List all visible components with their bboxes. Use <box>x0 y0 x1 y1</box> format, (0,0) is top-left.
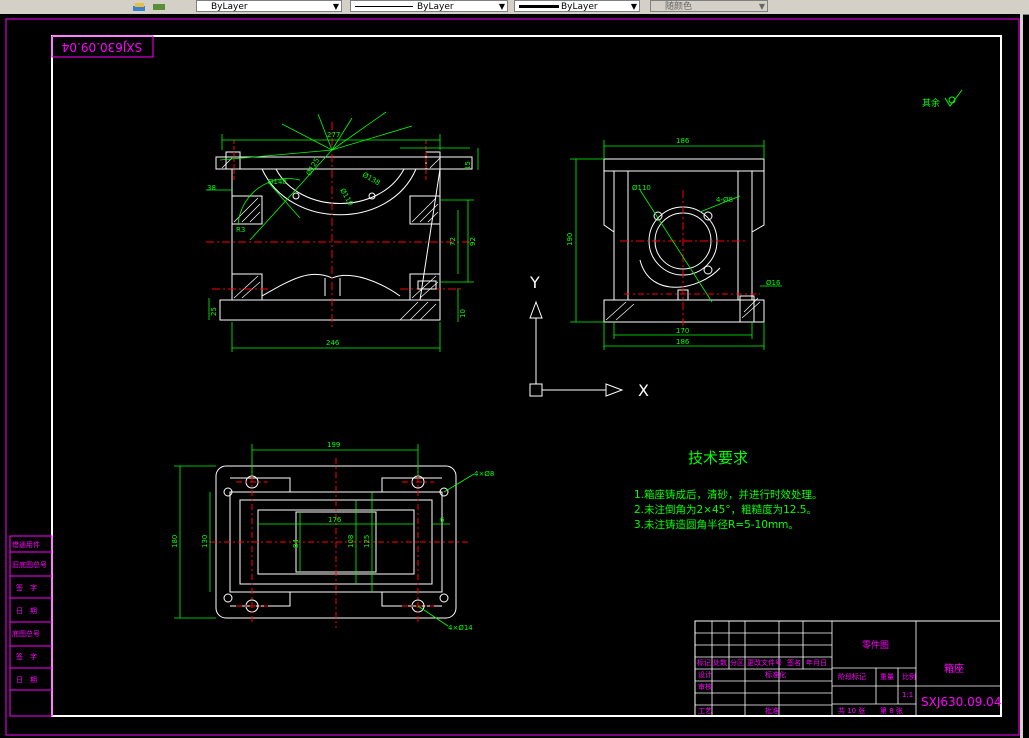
chevron-down-icon[interactable]: ▼ <box>631 1 637 11</box>
plan-inner-width-dim: 176 <box>328 516 342 524</box>
strip-label-1: 借通用件 <box>12 540 40 549</box>
strip-label-4: 日 期 <box>16 607 37 615</box>
cad-drawing: SXJ630.09.04 其余 277 246 15 92 72 38 25 1… <box>5 18 1020 736</box>
front-dim-r1: Ø125 <box>305 157 321 177</box>
front-view: 277 246 15 92 72 38 25 10 Ø125 Ø110 Ø148… <box>206 111 479 352</box>
tb-drawing-no: SXJ630.09.04 <box>921 695 1001 709</box>
chevron-down-icon[interactable]: ▼ <box>499 1 505 11</box>
plan-top-dim: 199 <box>327 441 340 449</box>
side-height-dim: 190 <box>566 233 574 246</box>
side-top-width-dim: 186 <box>676 137 690 145</box>
title-block: 标记 处数 分区 更改文件号 签名 年月日 设计 审核 工艺 标准化 批准 阶段… <box>694 620 1002 717</box>
tb-part-name: 箱座 <box>944 662 964 675</box>
tech-title: 技术要求 <box>688 449 748 467</box>
plan-small-dim: 6 <box>440 516 445 524</box>
plotstyle-value: 随颜色 <box>665 2 693 12</box>
linetype-select[interactable]: ByLayer ▼ <box>350 0 508 12</box>
lineweight-select[interactable]: ByLayer ▼ <box>514 0 640 12</box>
linetype-value: ByLayer <box>417 2 454 12</box>
side-hole-dim: 4-Ø8 <box>716 196 733 204</box>
tb-approve: 批准 <box>765 706 779 715</box>
lineweight-value: ByLayer <box>561 2 598 12</box>
plan-right-h1-dim: 108 <box>347 535 355 548</box>
tb-stage: 阶段标记 <box>838 672 866 681</box>
side-inner-width-dim: 170 <box>676 327 689 335</box>
side-pin-dim: Ø16 <box>766 279 781 287</box>
strip-label-3: 签 字 <box>16 583 37 592</box>
front-base-width-dim: 246 <box>326 339 340 347</box>
front-dim-38: 38 <box>207 184 216 192</box>
left-revision-strip: 借通用件 旧底图总号 签 字 日 期 底图总号 签 字 日 期 <box>9 535 53 717</box>
plan-hole-bot-dim: 4×Ø14 <box>448 624 473 632</box>
front-dim-r2: Ø110 <box>338 187 354 207</box>
plan-mid-h-dim: 84 <box>292 539 300 548</box>
plan-view: 199 180 130 176 84 108 125 6 4×Ø8 4×Ø14 <box>171 441 494 632</box>
plan-height-dim: 180 <box>171 535 179 548</box>
tb-header-1: 标记 <box>697 658 711 667</box>
strip-label-6: 签 字 <box>16 652 37 661</box>
tech-note-2: 2.未注倒角为2×45°，粗糙度为12.5。 <box>634 503 817 516</box>
drawing-canvas[interactable]: SXJ630.09.04 其余 277 246 15 92 72 38 25 1… <box>0 14 1023 738</box>
tb-header-3: 分区 <box>730 658 744 667</box>
front-dim-r5: R3 <box>236 226 245 234</box>
side-bore-dim: Ø110 <box>632 184 651 192</box>
tb-role-2: 审核 <box>698 682 712 691</box>
tb-header-5: 签名 <box>787 658 801 667</box>
side-view: 186 190 170 186 Ø110 4-Ø8 Ø16 <box>566 137 782 350</box>
front-dim-r3: Ø148 <box>268 178 287 186</box>
sheet-outer-border <box>5 18 1020 736</box>
tb-role-3: 工艺 <box>698 707 712 715</box>
ucs-x-label: X <box>638 381 649 400</box>
properties-toolbar: ByLayer ▼ ByLayer ▼ ByLayer ▼ 随颜色 ▼ <box>0 0 1029 15</box>
tb-scale: 比例 <box>902 672 916 681</box>
tb-part-label: 零件图 <box>862 639 889 651</box>
strip-label-2: 旧底图总号 <box>12 560 47 569</box>
tb-header-4: 更改文件号 <box>747 658 782 667</box>
plan-right-h2-dim: 125 <box>363 535 371 548</box>
front-dim-92: 92 <box>469 237 477 246</box>
corner-stamp: SXJ630.09.04 <box>62 40 142 54</box>
plan-hole-top-dim: 4×Ø8 <box>474 470 494 478</box>
layer-stack-icon[interactable] <box>132 1 146 12</box>
tb-standard: 标准化 <box>765 670 786 679</box>
front-dim-10: 10 <box>459 309 467 318</box>
tb-sheets: 共 10 张 <box>838 706 865 715</box>
layer-select[interactable]: ByLayer ▼ <box>196 0 342 12</box>
tb-header-6: 年月日 <box>806 658 827 667</box>
tb-weight: 重量 <box>880 673 894 681</box>
layer-value: ByLayer <box>211 2 248 12</box>
drawing-frame <box>51 35 1002 717</box>
tb-header-2: 处数 <box>713 658 727 667</box>
tb-scale-value: 1:1 <box>902 691 913 699</box>
tech-note-1: 1.箱座铸成后，清砂，并进行时效处理。 <box>634 488 823 501</box>
plotstyle-select: 随颜色 ▼ <box>650 0 768 12</box>
strip-label-7: 日 期 <box>16 676 37 684</box>
front-dim-72: 72 <box>449 237 457 246</box>
chevron-down-icon: ▼ <box>758 2 765 11</box>
tb-sheet: 第 8 张 <box>880 706 903 715</box>
layer-previous-icon[interactable] <box>152 1 166 12</box>
ucs-y-label: Y <box>529 273 540 292</box>
front-dim-25: 25 <box>210 307 218 316</box>
front-dim-r4: Ø138 <box>361 171 381 187</box>
side-base-width-dim: 186 <box>676 338 690 346</box>
plan-inner-h1-dim: 130 <box>201 535 209 548</box>
chevron-down-icon[interactable]: ▼ <box>333 1 339 11</box>
front-top-width-dim: 277 <box>327 131 340 139</box>
strip-label-5: 底图总号 <box>12 629 40 638</box>
front-dim-15: 15 <box>464 161 472 170</box>
roughness-note: 其余 <box>922 97 940 109</box>
tech-note-3: 3.未注铸造圆角半径R=5-10mm。 <box>634 518 799 531</box>
tb-role-1: 设计 <box>698 670 712 679</box>
